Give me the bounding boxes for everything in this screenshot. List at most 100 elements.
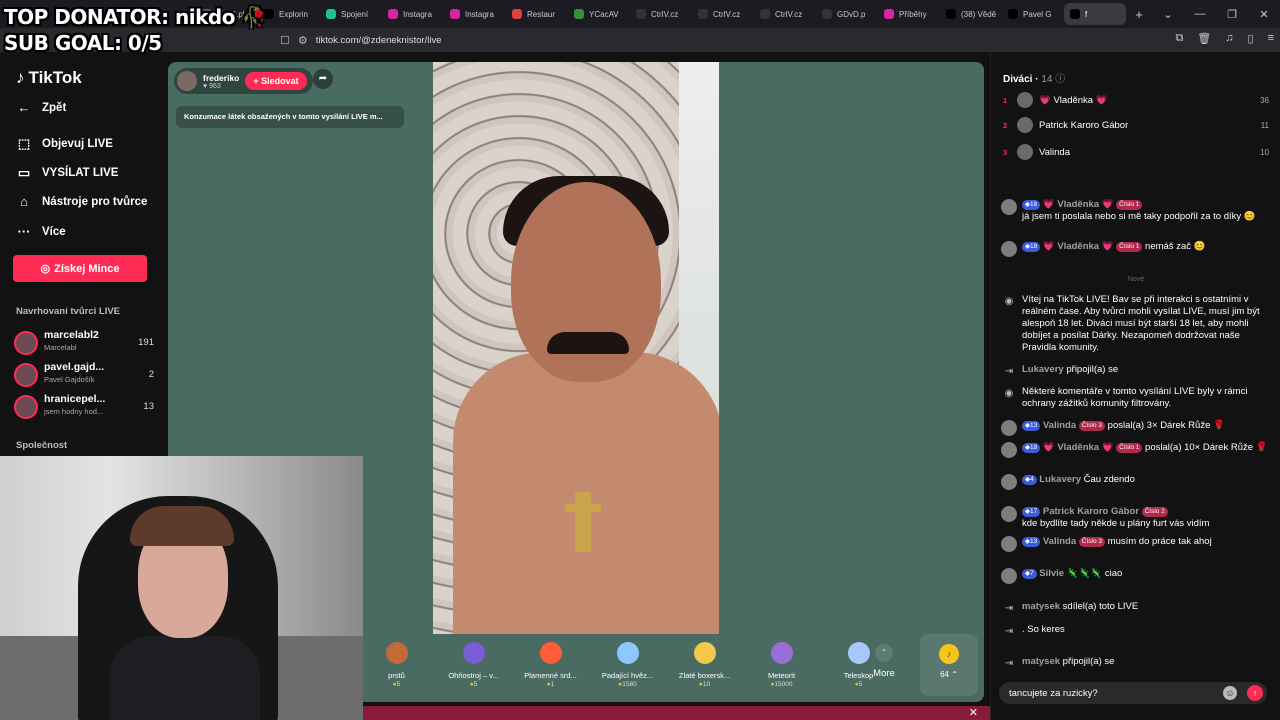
gift-icon xyxy=(540,642,562,664)
music-icon[interactable]: ♫ xyxy=(1225,32,1233,45)
send-icon[interactable]: ↑ xyxy=(1247,685,1263,701)
chat-username[interactable]: Silvie 🦎🦎🦎 xyxy=(1039,568,1102,579)
creator-item[interactable]: marcelabl2 Marcelabl 191 xyxy=(14,329,154,357)
house-icon: ⌂ xyxy=(20,194,28,209)
browser-tab[interactable]: Explorin xyxy=(258,3,320,25)
gift-item[interactable]: Meteorit ●15000 xyxy=(743,634,820,696)
top-viewer-row[interactable]: 1 💗 Vladěnka 💗 36 xyxy=(1003,90,1269,110)
browser-tab[interactable]: Instagra xyxy=(444,3,506,25)
trash-icon[interactable]: 🗑 xyxy=(1197,32,1211,45)
url-input[interactable]: tiktok.com/@zdeneknistor/live xyxy=(316,35,442,46)
favicon-icon xyxy=(636,9,646,19)
coin-balance[interactable]: ♪ 64 ⌃ xyxy=(920,634,978,696)
new-tab-icon[interactable]: + xyxy=(1126,7,1152,22)
avatar xyxy=(1001,442,1017,458)
browser-tab[interactable]: CtrlV.cz xyxy=(630,3,692,25)
chat-username[interactable]: Valinda xyxy=(1043,536,1076,547)
follow-button[interactable]: + Sledovat xyxy=(245,72,307,90)
browser-tab[interactable]: CtrlV.cz xyxy=(692,3,754,25)
gift-item[interactable]: Zlaté boxersk... ●10 xyxy=(666,634,743,696)
live-video[interactable] xyxy=(433,62,719,634)
browser-tab[interactable]: YCacAV xyxy=(568,3,630,25)
browser-tab[interactable]: Instagra xyxy=(382,3,444,25)
more-gifts-button[interactable]: ⌃ More xyxy=(858,642,910,692)
share-icon[interactable]: ➦ xyxy=(313,69,333,89)
substance-notice[interactable]: Konzumace látek obsažených v tomto vysíl… xyxy=(176,106,404,128)
suggested-creators-title: Navrhovaní tvůrci LIVE xyxy=(16,306,121,317)
chat-username[interactable]: 💗 Vladěnka 💗 xyxy=(1043,241,1114,252)
browser-tab[interactable]: Příběhy xyxy=(878,3,940,25)
chat-username[interactable]: 💗 Vladěnka 💗 xyxy=(1043,199,1114,210)
avatar xyxy=(1001,474,1017,490)
browser-tab[interactable]: Spojení xyxy=(320,3,382,25)
viewers-title[interactable]: Diváci · 14 ⓘ xyxy=(1003,70,1065,85)
chat-username[interactable]: Patrick Karoro Gábor xyxy=(1043,506,1139,517)
level-badge: ◆13 xyxy=(1022,421,1041,431)
chat-text: sdílel(a) toto LIVE xyxy=(1062,601,1139,612)
coin-icon: ♪ xyxy=(939,644,959,664)
favicon-icon xyxy=(1008,9,1018,19)
nav-go-live[interactable]: ▭ VYSÍLAT LIVE xyxy=(16,165,119,181)
top-viewer-row[interactable]: 3 Valinda 10 xyxy=(1003,142,1269,162)
level-badge: ◆18 xyxy=(1022,443,1041,453)
maximize-icon[interactable]: ❐ xyxy=(1216,8,1248,21)
company-link[interactable]: Společnost xyxy=(16,440,67,451)
emoji-icon[interactable]: ☺ xyxy=(1223,686,1237,700)
gift-item[interactable]: Plamenné srd... ●1 xyxy=(512,634,589,696)
chat-text: poslal(a) 10× Dárek Růže 🌹 xyxy=(1145,442,1268,453)
rank-badge: Číslo 1 xyxy=(1116,443,1143,453)
tab-list-icon[interactable]: ⌄ xyxy=(1152,8,1184,21)
host-name[interactable]: frederiko xyxy=(203,73,239,83)
top-viewer-row[interactable]: 2 Patrick Karoro Gábor 11 xyxy=(1003,115,1269,135)
minimize-icon[interactable]: — xyxy=(1184,8,1216,20)
creator-item[interactable]: pavel.gajd... Pavel Gajdošík 2 xyxy=(14,361,154,389)
gift-item[interactable]: prstů ●5 xyxy=(358,634,435,696)
chat-username[interactable]: Lukavery xyxy=(1039,474,1081,485)
browser-tab[interactable]: Pavel G xyxy=(1002,3,1064,25)
arrow-left-icon: ← xyxy=(17,100,31,115)
chat-input[interactable]: tancujete za ruzicky? ☺ ↑ xyxy=(999,682,1267,704)
nav-explore-live[interactable]: ⬚ Objevuj LIVE xyxy=(16,136,113,152)
info-icon[interactable]: ⓘ xyxy=(1055,74,1065,85)
chat-username[interactable]: matysek xyxy=(1022,601,1060,612)
gift-item[interactable]: Padající hvěz... ●1580 xyxy=(589,634,666,696)
browser-tab[interactable]: GDvD.p xyxy=(816,3,878,25)
tab-list: 7Nu2.pl Explorin Spojení Instagra Instagra Re… xyxy=(196,3,1126,25)
menu-icon[interactable]: ≡ xyxy=(1268,32,1274,45)
stream-overlay: TOP DONATOR: nikdo 🥀 SUB GOAL: 0/5 xyxy=(4,4,266,56)
balance-value: 64 xyxy=(940,670,949,679)
level-badge: ◆4 xyxy=(1022,475,1037,485)
gift-item[interactable]: Ohňostroj – v... ●5 xyxy=(435,634,512,696)
chat-username[interactable]: matysek xyxy=(1022,656,1060,667)
bookmark-icon[interactable]: ☐ xyxy=(280,34,290,47)
extensions-icon[interactable]: ⧉ xyxy=(1175,32,1183,45)
back-link[interactable]: ← Zpět xyxy=(16,100,67,115)
browser-tab[interactable]: (38) Vědě xyxy=(940,3,1002,25)
gift-icon xyxy=(617,642,639,664)
chat-username[interactable]: . xyxy=(1022,624,1025,635)
nav-creator-tools[interactable]: ⌂ Nástroje pro tvůrce xyxy=(16,194,147,209)
get-coins-button[interactable]: ◎ Získej Mince xyxy=(13,255,147,282)
chat-username[interactable]: Lukavery xyxy=(1022,364,1064,375)
browser-tab[interactable]: f xyxy=(1064,3,1126,25)
browser-tab[interactable]: CtrlV.cz xyxy=(754,3,816,25)
host-avatar[interactable] xyxy=(177,71,197,91)
avatar xyxy=(14,395,38,419)
level-badge: ◆18 xyxy=(1022,242,1041,252)
tiktok-logo[interactable]: ♪ TikTok xyxy=(16,68,82,88)
close-window-icon[interactable]: ✕ xyxy=(1248,8,1280,21)
sidebar-icon[interactable]: ▯ xyxy=(1248,32,1254,45)
browser-tab[interactable]: Restaur xyxy=(506,3,568,25)
event-icon: ⇥ xyxy=(1004,658,1014,669)
chat-username[interactable]: Valinda xyxy=(1043,420,1076,431)
nav-more[interactable]: ··· Více xyxy=(16,224,66,239)
close-icon[interactable]: ✕ xyxy=(969,706,978,719)
avatar xyxy=(1001,506,1017,522)
host-card[interactable]: frederiko ♥ 963 + Sledovat xyxy=(174,68,313,94)
chat-username[interactable]: 💗 Vladěnka 💗 xyxy=(1043,442,1114,453)
site-info-icon[interactable]: ⚙ xyxy=(298,34,308,47)
favicon-icon xyxy=(946,9,956,19)
creator-item[interactable]: hranicepel... jsem hodny hod... 13 xyxy=(14,393,154,421)
chat-text: poslal(a) 3× Dárek Růže 🌹 xyxy=(1107,420,1225,431)
system-info-icon: ◉ xyxy=(1004,296,1014,307)
